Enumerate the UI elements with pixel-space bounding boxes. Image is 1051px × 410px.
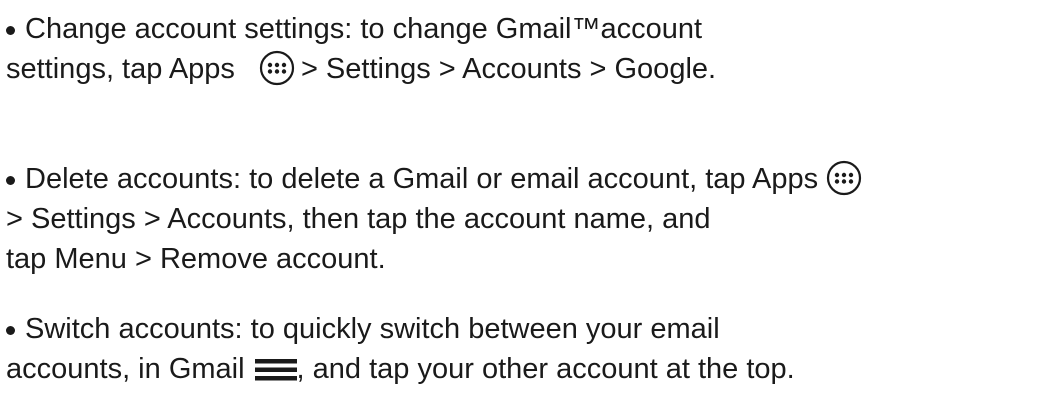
- bullet: [6, 26, 15, 35]
- delete-accounts-text-a: Delete accounts: to delete a Gmail or em…: [25, 163, 819, 195]
- apps-icon: [827, 160, 862, 196]
- delete-accounts-text-c: tap Menu > Remove account.: [6, 243, 386, 275]
- switch-accounts-line-2: accounts, in Gmail , and tap your other …: [6, 350, 795, 388]
- change-settings-text: Change account settings: to change Gmail…: [25, 13, 703, 45]
- apps-icon: [259, 50, 295, 86]
- help-document: Change account settings: to change Gmail…: [6, 0, 1051, 410]
- delete-accounts-line-2: > Settings > Accounts, then tap the acco…: [6, 200, 711, 238]
- delete-accounts-line-1: Delete accounts: to delete a Gmail or em…: [6, 160, 862, 198]
- switch-accounts-text-a: accounts, in Gmail: [6, 353, 245, 385]
- menu-icon: [254, 359, 297, 381]
- switch-accounts-line-1: Switch accounts: to quickly switch betwe…: [6, 310, 720, 348]
- change-settings-text-b: > Settings > Accounts > Google.: [300, 53, 717, 85]
- delete-accounts-line-3: tap Menu > Remove account.: [6, 240, 386, 278]
- delete-accounts-text-b: > Settings > Accounts, then tap the acco…: [6, 203, 711, 235]
- bullet: [6, 176, 15, 185]
- change-settings-line-2: settings, tap Apps > Settings > Accounts…: [6, 50, 716, 88]
- change-settings-line-1: Change account settings: to change Gmail…: [6, 10, 702, 48]
- bullet: [6, 326, 15, 335]
- switch-accounts-text-b: , and tap your other account at the top.: [296, 353, 795, 385]
- change-settings-text-a: settings, tap Apps: [6, 53, 235, 85]
- switch-accounts-text: Switch accounts: to quickly switch betwe…: [25, 313, 720, 345]
